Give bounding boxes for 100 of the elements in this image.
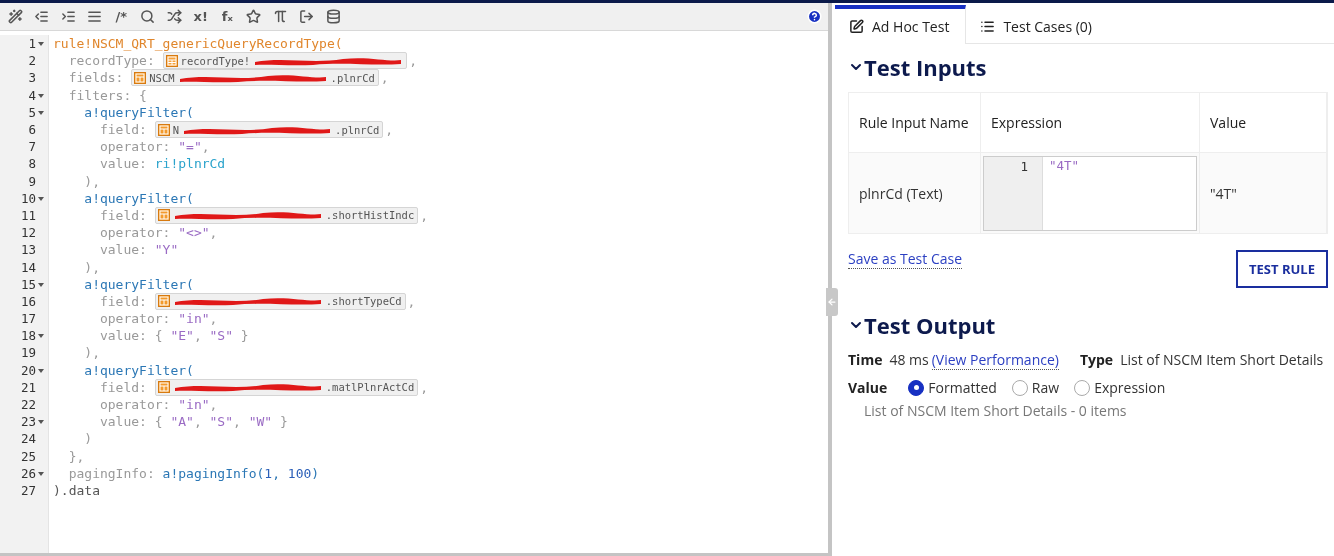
search-icon[interactable] [140,9,156,24]
value-label: Value [848,378,888,397]
line-number: 24 [20,431,36,447]
indent-icon[interactable] [60,9,76,24]
code-token: a!queryFilter( [83,104,194,120]
expression-field[interactable]: 1 "4T" [983,155,1197,231]
line-number: 13 [20,242,36,258]
record-field-chip: .shortHistIndc [154,206,419,224]
outdent-icon[interactable] [34,9,50,24]
table-icon [157,209,170,222]
edit-icon [849,19,864,34]
line-number: 6 [28,122,36,138]
code-token: a!pagingInfo( [162,465,265,481]
line-number: 26 [20,465,36,481]
radio-option[interactable]: Expression [1074,378,1166,397]
radio-icon[interactable] [1011,379,1028,396]
code-token: field: [98,122,148,138]
fold-caret-icon[interactable] [38,110,44,115]
toolbar-button[interactable]: x! [187,9,214,24]
lines-icon[interactable] [87,9,103,24]
line-number: 12 [20,225,36,241]
line-number: 18 [20,328,36,344]
code-token: 1 [264,465,273,481]
code-token: fields: [67,70,125,86]
code-token: ), [83,259,100,275]
radio-icon[interactable] [908,379,925,396]
time-label: Time [848,350,883,369]
database-icon[interactable] [325,9,341,24]
code-token: value: [98,156,148,172]
time-value: 48 ms [889,350,929,369]
code-token: "S" [209,414,234,430]
code-token: , [272,465,281,481]
fold-caret-icon[interactable] [38,334,44,339]
code-token: pagingInfo: [67,465,156,481]
code-token: operator: [98,397,172,413]
toolbar-button[interactable]: /* [108,9,135,24]
code-token: operator: [98,225,172,241]
code-token: , [193,414,203,430]
fold-caret-icon[interactable] [38,42,44,47]
code-token: ), [83,173,100,189]
table-cell: plnrCd (Text) [849,153,981,233]
line-number: 25 [20,448,36,464]
tab[interactable]: Ad Hoc Test [835,5,967,44]
code-token: a!queryFilter( [83,190,194,206]
code-token: 100 [287,465,312,481]
radio-option[interactable]: Formatted [908,378,997,397]
line-number: 17 [20,311,36,327]
star-icon[interactable] [246,9,262,24]
shuffle-icon[interactable] [166,9,182,24]
toolbar-button[interactable]: fₓ [214,9,241,24]
code-token: value: { [98,414,164,430]
code-token: "W" [248,414,273,430]
code-token: , [420,379,429,395]
code-token: field: [98,379,148,395]
line-number: 2 [28,53,36,69]
code-token: , [409,53,417,69]
fold-caret-icon[interactable] [38,471,44,476]
line-number: 20 [20,362,36,378]
code-token: , [233,414,242,430]
record-field-chip: .matlPlnrActCd [154,378,419,396]
record-field-chip: N .plnrCd [154,121,384,139]
code-token: field: [98,293,148,309]
code-token: filters: { [67,87,147,103]
code-token: ) [83,431,93,447]
fold-caret-icon[interactable] [38,196,44,201]
line-number: 1 [1020,158,1028,174]
code-token: "in" [178,397,210,413]
code-token: "in" [178,311,210,327]
fold-caret-icon[interactable] [38,420,44,425]
code-token: operator: [98,311,172,327]
code-token: a!queryFilter( [83,362,194,378]
code-token: , [209,225,218,241]
exit-icon[interactable] [299,9,315,24]
record-field-chip: NSCM .plnrCd [131,69,379,87]
section-title: Test Output [864,310,996,340]
test-rule-button[interactable]: TEST RULE [1236,250,1328,288]
tab[interactable]: Test Cases (0) [966,5,1108,43]
table-cell: "4T" [1200,153,1327,233]
code-token: value: [98,242,148,258]
wand-icon[interactable] [7,9,23,24]
table-icon [157,381,170,394]
fold-caret-icon[interactable] [38,93,44,98]
save-test-case-link[interactable]: Save as Test Case [848,249,963,269]
radio-option[interactable]: Raw [1011,378,1060,397]
fold-caret-icon[interactable] [38,282,44,287]
help-icon[interactable] [807,9,822,24]
collapse-handle[interactable] [826,288,838,316]
code-token: , [380,70,389,86]
line-number: 22 [20,397,36,413]
view-performance-link[interactable]: (View Performance) [931,350,1059,370]
table-icon [157,295,170,308]
code-token: operator: [98,139,172,155]
code-token: ri!plnrCd [154,156,226,172]
fold-caret-icon[interactable] [38,368,44,373]
pi-icon[interactable] [272,9,288,24]
line-number: 11 [20,207,36,223]
code-token: , [193,328,203,344]
line-number: 3 [28,70,36,86]
radio-icon[interactable] [1074,379,1091,396]
line-number: 15 [20,276,36,292]
